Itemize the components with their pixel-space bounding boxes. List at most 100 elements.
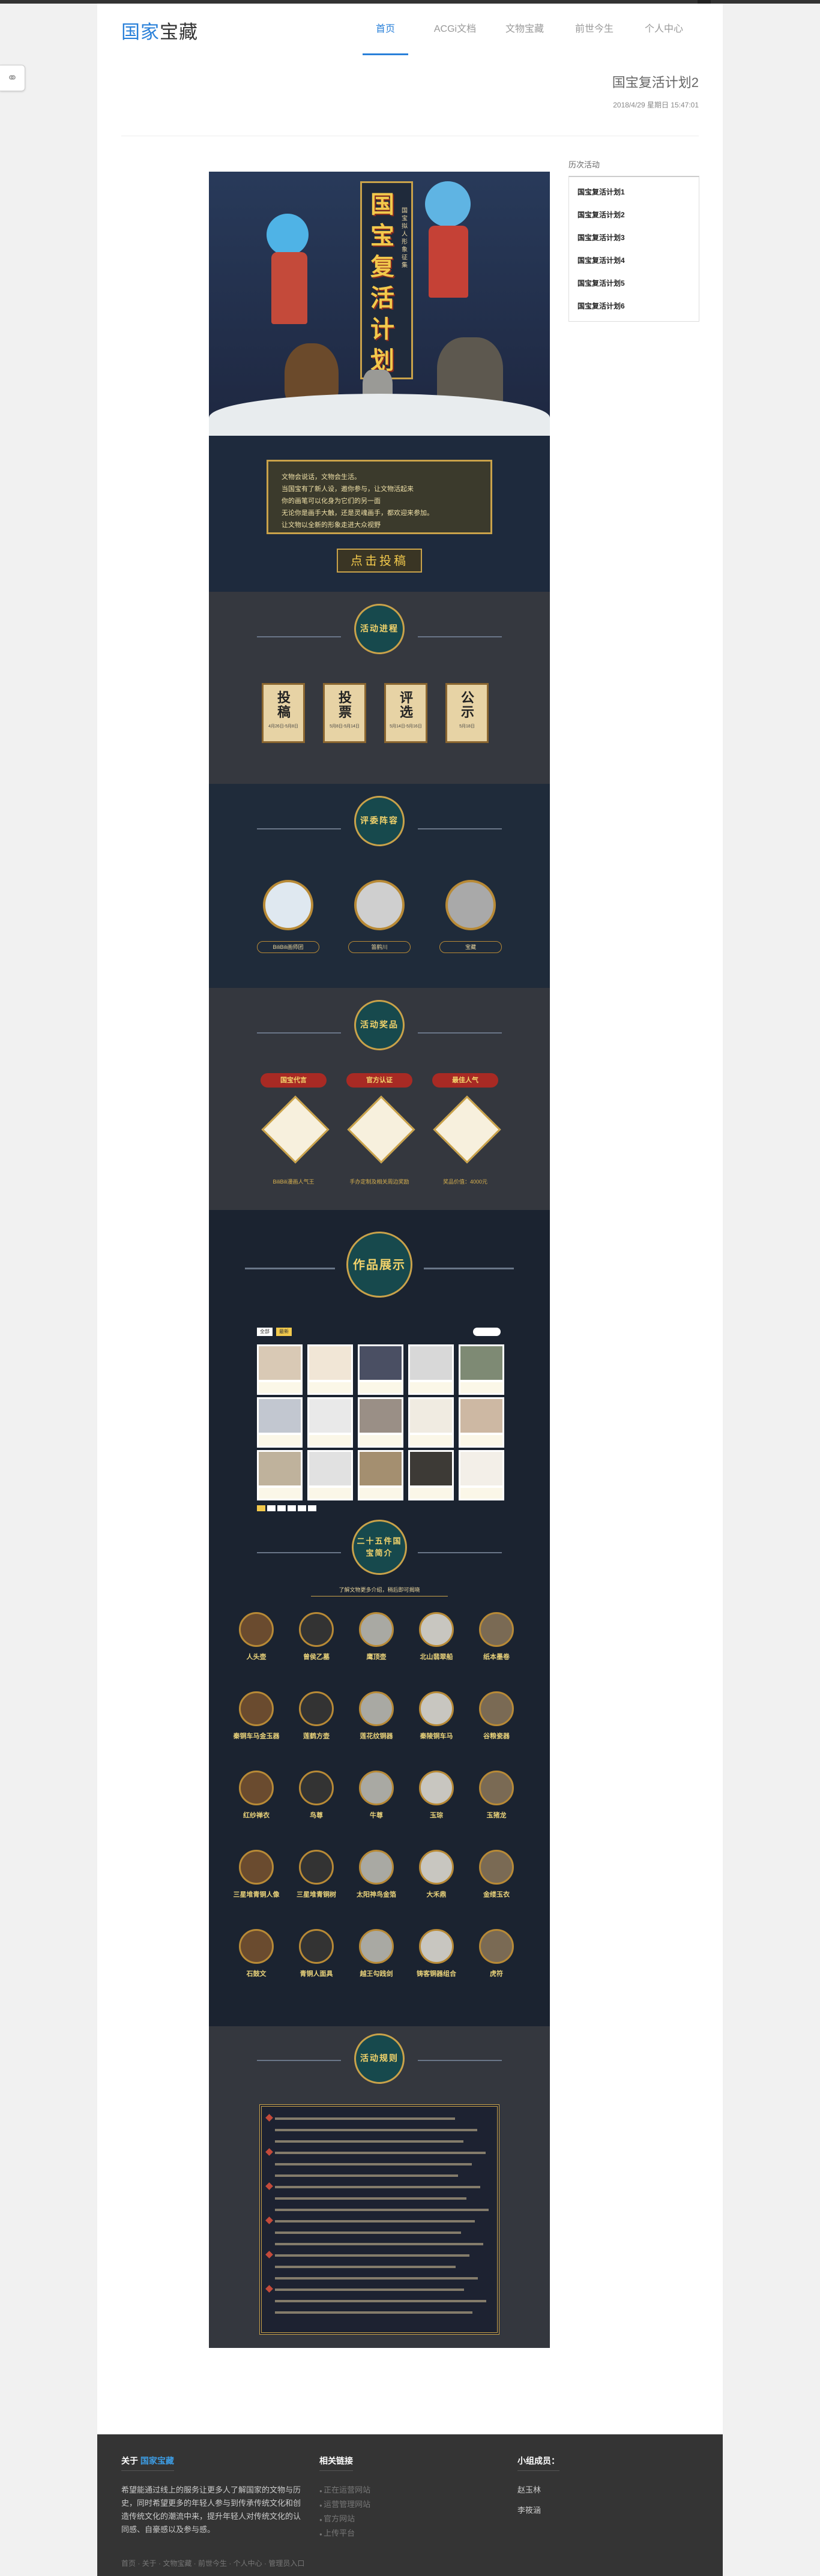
nav-profile[interactable]: 个人中心 (629, 4, 699, 55)
relic-name: 秦铜车马金玉器 (233, 1733, 280, 1740)
judge-name: BiliBili画师团 (257, 941, 319, 953)
relic-name: 牛尊 (370, 1812, 383, 1819)
pager-page[interactable] (288, 1505, 296, 1511)
gallery-item[interactable] (307, 1397, 353, 1448)
rule-text-line (275, 2129, 477, 2131)
relic-image[interactable] (479, 1929, 514, 1964)
gallery-thumbnail (410, 1346, 452, 1380)
relic-image[interactable] (419, 1612, 454, 1647)
character-right-body (429, 226, 468, 298)
relic-image[interactable] (419, 1691, 454, 1726)
gallery-search-input[interactable] (473, 1328, 501, 1336)
gallery-item[interactable] (408, 1450, 454, 1500)
article-title: 国宝复活计划2 (612, 75, 699, 90)
relic-image[interactable] (239, 1771, 274, 1805)
gallery-caption-bar (410, 1382, 452, 1393)
relic-image[interactable] (479, 1771, 514, 1805)
relic-image[interactable] (299, 1612, 334, 1647)
gallery-item[interactable] (257, 1397, 303, 1448)
sidebar-link[interactable]: 国宝复活计划6 (569, 295, 699, 317)
gallery-caption-bar (460, 1488, 502, 1499)
sidebar-list: 国宝复活计划1 国宝复活计划2 国宝复活计划3 国宝复活计划4 国宝复活计划5 … (568, 176, 699, 322)
gallery-item[interactable] (459, 1397, 504, 1448)
relic-image[interactable] (299, 1929, 334, 1964)
about-title-brand: 国家宝藏 (140, 2456, 174, 2466)
relic-image[interactable] (479, 1612, 514, 1647)
nav-acgi[interactable]: ACGi文档 (420, 4, 490, 55)
relic-image[interactable] (419, 1771, 454, 1805)
nav-home[interactable]: 首页 (351, 4, 420, 55)
relic-image[interactable] (239, 1691, 274, 1726)
nav-relics[interactable]: 文物宝藏 (490, 4, 559, 55)
sidebar-link[interactable]: 国宝复活计划4 (569, 249, 699, 272)
pager-page[interactable] (257, 1505, 265, 1511)
gallery-tab-latest[interactable]: 最新 (276, 1328, 292, 1336)
rule-text-line (275, 2163, 472, 2165)
footer-link[interactable]: 运营管理网站 (319, 2498, 370, 2512)
relic-image[interactable] (239, 1850, 274, 1885)
relic-image[interactable] (479, 1850, 514, 1885)
relic-image[interactable] (359, 1929, 394, 1964)
relic-image[interactable] (299, 1850, 334, 1885)
gallery-item[interactable] (257, 1344, 303, 1395)
step-title: 投票 (339, 690, 352, 720)
footer-link[interactable]: 官方网站 (319, 2512, 370, 2527)
gallery-item[interactable] (408, 1344, 454, 1395)
section-title: 评委阵容 (354, 796, 405, 846)
gallery-item[interactable] (358, 1344, 403, 1395)
pager-page[interactable] (267, 1505, 276, 1511)
footer-links-title: 相关链接 (319, 2455, 353, 2471)
rule-text-line (275, 2209, 489, 2211)
gallery-item[interactable] (307, 1450, 353, 1500)
pager-page[interactable] (308, 1505, 316, 1511)
judge-avatar (263, 880, 313, 930)
relic-name: 曾侯乙墓 (303, 1654, 330, 1661)
relic-name: 鸟尊 (310, 1812, 323, 1819)
title-rule (257, 1032, 341, 1034)
gallery-item[interactable] (257, 1450, 303, 1500)
gallery-item[interactable] (459, 1344, 504, 1395)
pager-page[interactable] (277, 1505, 286, 1511)
process-step: 投票 5月8日-5月14日 (323, 683, 366, 743)
intro-section: 文物会说话，文物会生活。 当国宝有了新人设，邀你参与，让文物活起来 你的画笔可以… (209, 436, 550, 592)
relic-image[interactable] (419, 1929, 454, 1964)
sidebar-link[interactable]: 国宝复活计划1 (569, 181, 699, 203)
relic-name: 铸客铜器组合 (417, 1970, 456, 1978)
share-link-icon[interactable]: ⚭ (0, 65, 25, 91)
relic-image[interactable] (299, 1771, 334, 1805)
gallery-item[interactable] (459, 1450, 504, 1500)
sidebar-link[interactable]: 国宝复活计划2 (569, 203, 699, 226)
gallery-thumbnail (360, 1346, 402, 1380)
relic-image[interactable] (359, 1612, 394, 1647)
site-logo[interactable]: 国家宝藏 (121, 17, 198, 44)
submit-button[interactable]: 点击投稿 (337, 549, 422, 573)
relic-image[interactable] (419, 1850, 454, 1885)
article-date: 2018/4/29 星期日 15:47:01 (613, 101, 699, 109)
gallery-tab-all[interactable]: 全部 (257, 1328, 273, 1336)
rule-bullet-icon (265, 2114, 273, 2122)
judge-avatar (445, 880, 496, 930)
rule-text-line (275, 2300, 486, 2302)
relic-image[interactable] (239, 1929, 274, 1964)
relic-image[interactable] (359, 1850, 394, 1885)
title-char: 活 (370, 284, 394, 312)
relic-image[interactable] (299, 1691, 334, 1726)
relic-image[interactable] (359, 1691, 394, 1726)
footer-link[interactable]: 正在运营网站 (319, 2484, 370, 2498)
relic-image[interactable] (479, 1691, 514, 1726)
gallery-thumbnail (309, 1346, 351, 1380)
sidebar-link[interactable]: 国宝复活计划5 (569, 272, 699, 295)
gallery-item[interactable] (358, 1397, 403, 1448)
gallery-item[interactable] (358, 1450, 403, 1500)
footer-link[interactable]: 上传平台 (319, 2527, 370, 2541)
section-title: 活动进程 (354, 604, 405, 654)
sidebar-link[interactable]: 国宝复活计划3 (569, 226, 699, 249)
gallery-item[interactable] (307, 1344, 353, 1395)
gallery-item[interactable] (408, 1397, 454, 1448)
rule-bullet-icon (265, 2251, 273, 2259)
main-nav: 首页 ACGi文档 文物宝藏 前世今生 个人中心 (351, 4, 699, 55)
pager-page[interactable] (298, 1505, 306, 1511)
relic-image[interactable] (359, 1771, 394, 1805)
nav-history[interactable]: 前世今生 (559, 4, 629, 55)
relic-image[interactable] (239, 1612, 274, 1647)
